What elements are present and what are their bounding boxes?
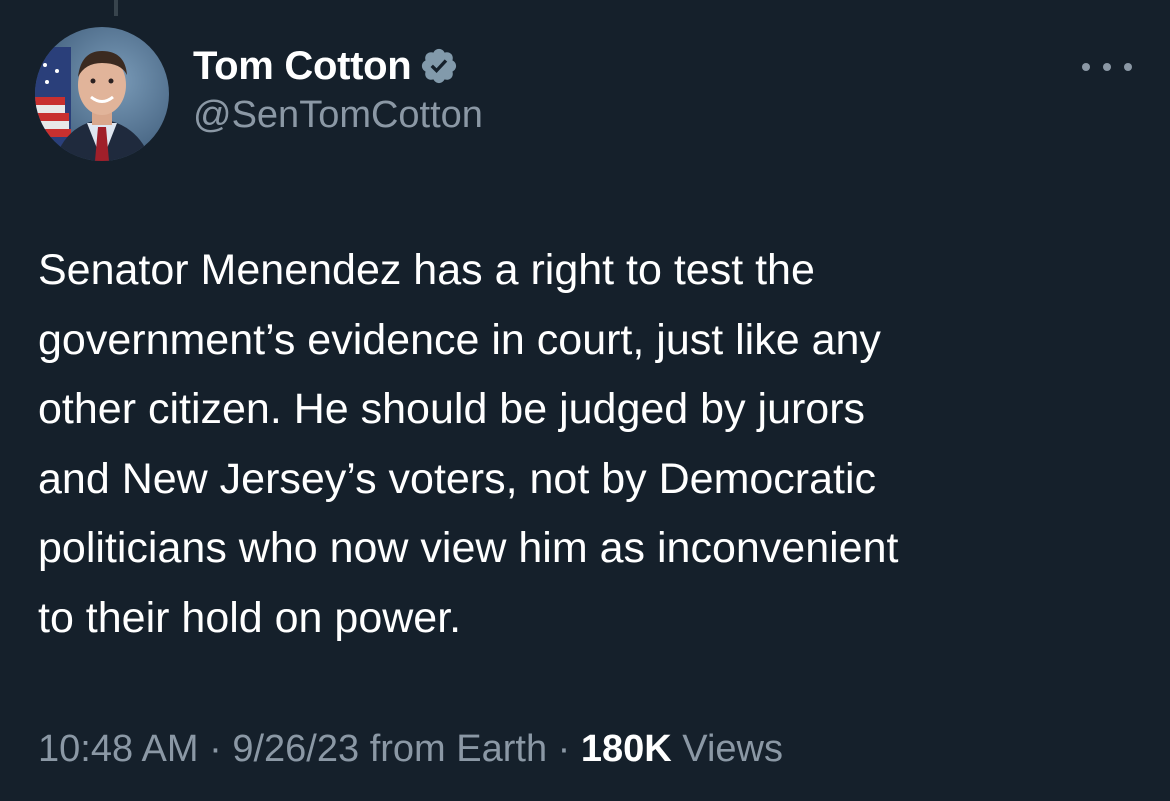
meta-separator: · [557,728,571,770]
profile-photo [35,27,169,161]
tweet-text-line: politicians who now view him as inconven… [38,524,899,572]
views-label: Views [682,728,783,770]
tweet-source: from Earth [369,728,548,770]
more-horizontal-icon-dot [1124,63,1132,71]
tweet-text-line: other citizen. He should be judged by ju… [38,385,866,433]
author-avatar[interactable] [35,27,169,161]
more-horizontal-icon [1082,63,1090,71]
tweet-text: Senator Menendez has a right to test the… [38,236,1138,653]
author-name-row: Tom Cotton [193,40,483,92]
more-horizontal-icon-dot [1103,63,1111,71]
tweet-text-line: to their hold on power. [38,593,462,642]
thread-connector-line [114,0,118,16]
views-count[interactable]: 180K [581,728,672,770]
tweet-text-line: and New Jersey’s voters, not by Democrat… [38,454,877,503]
meta-separator: · [209,728,222,770]
tweet-text-line: government’s evidence in court, just lik… [38,315,881,364]
verified-badge-icon[interactable] [419,46,459,86]
author-block: Tom Cotton @SenTomCotton [193,40,483,137]
tweet-text-line: Senator Menendez has a right to test the [38,246,815,294]
tweet-metadata: 10:48 AM · 9/26/23 from Earth · 180K Vie… [38,728,783,771]
more-options-button[interactable] [1082,50,1132,84]
tweet-time[interactable]: 10:48 AM [38,728,199,770]
tweet-date[interactable]: 9/26/23 [232,728,359,770]
author-display-name[interactable]: Tom Cotton [193,44,412,89]
author-handle[interactable]: @SenTomCotton [193,94,483,137]
